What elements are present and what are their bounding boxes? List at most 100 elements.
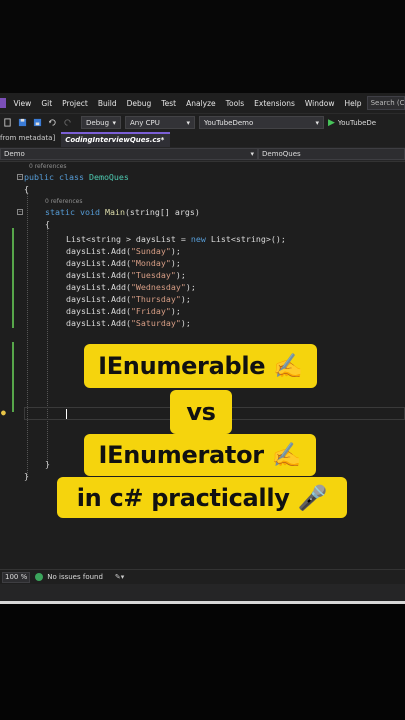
startup-project-value: YouTubeDemo — [204, 118, 254, 127]
class-name: DemoQues — [88, 172, 129, 182]
menu-analyze[interactable]: Analyze — [181, 99, 221, 108]
top-black-band — [0, 0, 405, 93]
add-call: daysList.Add( — [66, 294, 131, 304]
codelens-references[interactable]: 0 references — [29, 163, 67, 170]
zoom-dropdown[interactable]: 100 % — [2, 571, 31, 583]
code-line-brace: { — [45, 219, 50, 229]
indent-guide — [27, 192, 28, 477]
code-line-add: daysList.Add("Monday"); — [66, 258, 181, 268]
configuration-dropdown[interactable]: Debug ▾ — [81, 116, 121, 129]
close-call: ); — [170, 246, 181, 256]
code-line-add: daysList.Add("Thursday"); — [66, 294, 191, 304]
string-literal: "Sunday" — [130, 246, 171, 256]
string-literal: "Tuesday" — [130, 270, 176, 280]
close-call: ); — [180, 318, 191, 328]
change-marker — [12, 228, 14, 328]
undo-icon[interactable] — [48, 118, 57, 127]
keyword: static void — [45, 207, 100, 217]
platform-dropdown[interactable]: Any CPU ▾ — [125, 116, 195, 129]
code-line-add: daysList.Add("Saturday"); — [66, 318, 191, 328]
menu-bar: View Git Project Build Debug Test Analyz… — [0, 93, 405, 113]
string-literal: "Saturday" — [130, 318, 181, 328]
add-call: daysList.Add( — [66, 270, 131, 280]
project-nav-dropdown[interactable]: Demo ▾ — [0, 148, 258, 160]
status-bar: 100 % No issues found ✎▾ — [0, 569, 405, 584]
method-args: (string[] args) — [124, 207, 200, 217]
add-call: daysList.Add( — [66, 318, 131, 328]
chevron-down-icon: ▾ — [250, 150, 254, 158]
run-button-label[interactable]: YouTubeDe — [338, 119, 376, 127]
code-line-brace: } — [24, 471, 29, 481]
code-line-add: daysList.Add("Wednesday"); — [66, 282, 196, 292]
platform-value: Any CPU — [130, 118, 160, 127]
issues-status[interactable]: No issues found — [47, 573, 103, 581]
configuration-value: Debug — [86, 118, 110, 127]
menu-tools[interactable]: Tools — [221, 99, 249, 108]
search-input[interactable]: Search (C — [366, 96, 405, 110]
close-call: ); — [185, 282, 196, 292]
method-name: Main — [104, 207, 125, 217]
overlay-title-line4: in c# practically 🎤 — [57, 477, 347, 518]
code-line-class: public class DemoQues — [24, 172, 129, 182]
redo-icon[interactable] — [63, 118, 72, 127]
run-play-icon[interactable]: ▶ — [328, 118, 335, 128]
declaration-text: List<string>(); — [205, 234, 286, 244]
vs-logo-icon — [0, 98, 6, 108]
project-nav-value: Demo — [4, 150, 25, 158]
save-icon[interactable] — [18, 118, 27, 127]
keyword: public class — [24, 172, 84, 182]
close-call: ); — [170, 258, 181, 268]
keyword: new — [190, 234, 206, 244]
code-line-add: daysList.Add("Sunday"); — [66, 246, 181, 256]
add-call: daysList.Add( — [66, 246, 131, 256]
overlay-title-line3: IEnumerator ✍️ — [84, 434, 316, 476]
code-line-brace: { — [24, 184, 29, 194]
menu-test[interactable]: Test — [156, 99, 181, 108]
tab-metadata[interactable]: from metadata] — [0, 132, 61, 147]
type-nav-dropdown[interactable]: DemoQues — [258, 148, 405, 160]
brush-icon[interactable]: ✎▾ — [115, 573, 124, 581]
indent-guide — [47, 228, 48, 464]
fold-icon[interactable]: − — [17, 174, 23, 180]
tab-coding-interview-ques[interactable]: CodingInterviewQues.cs* — [61, 132, 171, 147]
fold-icon[interactable]: − — [17, 209, 23, 215]
menu-window[interactable]: Window — [300, 99, 340, 108]
text-caret — [66, 409, 67, 419]
menu-view[interactable]: View — [9, 99, 37, 108]
menu-help[interactable]: Help — [339, 99, 366, 108]
menu-project[interactable]: Project — [57, 99, 93, 108]
no-issues-icon — [35, 573, 44, 581]
type-nav-value: DemoQues — [262, 150, 301, 158]
add-call: daysList.Add( — [66, 306, 131, 316]
string-literal: "Friday" — [130, 306, 171, 316]
zoom-value: 100 % — [5, 573, 28, 581]
chevron-down-icon: ▾ — [186, 118, 190, 127]
navigation-bar: Demo ▾ DemoQues — [0, 147, 405, 162]
chevron-down-icon: ▾ — [315, 118, 319, 127]
close-call: ); — [175, 270, 186, 280]
change-marker — [12, 342, 14, 412]
overlay-title-line2: vs — [170, 390, 232, 434]
close-call: ); — [170, 306, 181, 316]
add-call: daysList.Add( — [66, 282, 131, 292]
chevron-down-icon: ▾ — [112, 118, 116, 127]
string-literal: "Thursday" — [130, 294, 181, 304]
overlay-title-line1: IEnumerable ✍️ — [84, 344, 317, 388]
close-call: ); — [180, 294, 191, 304]
menu-git[interactable]: Git — [36, 99, 57, 108]
declaration-text: List<string > daysList = — [66, 234, 191, 244]
save-all-icon[interactable] — [33, 118, 42, 127]
lightbulb-icon[interactable]: ● — [1, 408, 6, 417]
code-line-brace: } — [45, 459, 50, 469]
bottom-black-band — [0, 604, 405, 720]
string-literal: "Wednesday" — [130, 282, 186, 292]
menu-extensions[interactable]: Extensions — [249, 99, 300, 108]
startup-project-dropdown[interactable]: YouTubeDemo ▾ — [199, 116, 324, 129]
add-call: daysList.Add( — [66, 258, 131, 268]
menu-build[interactable]: Build — [93, 99, 122, 108]
toolbar: Debug ▾ Any CPU ▾ YouTubeDemo ▾ ▶ YouTubeDe — [0, 113, 405, 131]
menu-debug[interactable]: Debug — [122, 99, 157, 108]
new-file-icon[interactable] — [3, 118, 12, 127]
code-line-declaration: List<string > daysList = new List<string… — [66, 234, 286, 244]
codelens-references[interactable]: 0 references — [45, 198, 83, 205]
